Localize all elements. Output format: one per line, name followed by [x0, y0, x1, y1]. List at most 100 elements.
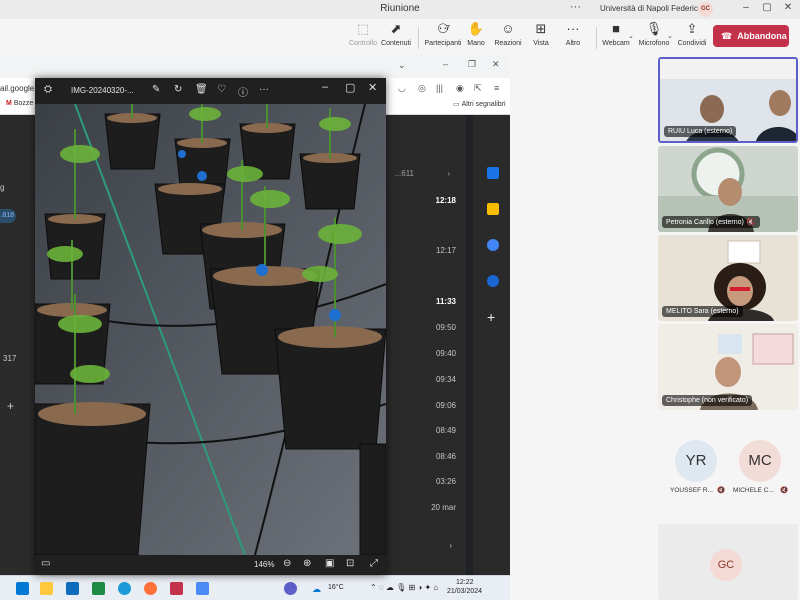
- mail-time: 09:50: [435, 323, 456, 332]
- edge-icon[interactable]: [118, 582, 131, 595]
- rotate-icon[interactable]: ↻: [174, 84, 182, 95]
- participant-name-text: Petronia Carillo (esterno): [666, 219, 744, 226]
- other-bookmarks[interactable]: ▭ Altri segnalibri: [453, 100, 506, 108]
- edit-image-icon[interactable]: ✎: [152, 84, 160, 95]
- system-tray-icons[interactable]: ⌃ ◌ ☁ 🎙 ⊞ ◑ ✦ ⌂: [370, 583, 438, 592]
- weather-icon[interactable]: ☁: [312, 584, 321, 595]
- microphone-label: Microfono: [638, 40, 670, 47]
- photos-app-icon[interactable]: [196, 582, 209, 595]
- mail-app-icon[interactable]: [66, 582, 79, 595]
- taskbar-app-icon[interactable]: [92, 582, 105, 595]
- app-icon[interactable]: [170, 582, 183, 595]
- favorite-heart-icon[interactable]: ♡: [217, 84, 226, 95]
- side-apps-panel: +: [473, 115, 510, 575]
- clock-date[interactable]: 21/03/2024: [447, 588, 482, 595]
- participant-avatar[interactable]: MC: [739, 440, 781, 482]
- other-bookmarks-label: Altri segnalibri: [461, 101, 506, 108]
- mic-muted-icon: 🔇: [746, 219, 756, 226]
- video-tile[interactable]: Christophe (non verificato): [658, 324, 798, 410]
- more-button[interactable]: ··· Altro: [553, 21, 593, 47]
- more-label: Altro: [565, 40, 581, 47]
- share-button[interactable]: ⇪ Condividi: [672, 21, 712, 47]
- photo-viewer-titlebar: ⛭ IMG-20240320-... ✎ ↻ 🗑 ♡ ⓘ ··· – ▢ ✕: [35, 78, 386, 104]
- participant-name: Christophe (non verificato): [662, 395, 753, 406]
- content-label: Contenuti: [381, 40, 411, 47]
- participants-gallery: RUIU Luca (esterno) Petronia Carillo (es…: [510, 54, 800, 600]
- photo-close-icon[interactable]: ✕: [368, 81, 377, 94]
- zoom-level: 146%: [254, 560, 275, 569]
- tomato-plants-photo: [35, 104, 386, 555]
- clock-time[interactable]: 12:22: [456, 579, 474, 586]
- browser-minimize-icon[interactable]: –: [443, 59, 448, 69]
- photo-maximize-icon[interactable]: ▢: [345, 81, 355, 94]
- mail-time: 09:06: [435, 401, 456, 410]
- participant-name: MICHELE C...: [733, 487, 774, 494]
- ellipsis-icon: ···: [566, 21, 580, 36]
- zoom-in-icon[interactable]: ⊕: [303, 558, 311, 569]
- browser-close-icon[interactable]: ✕: [492, 59, 500, 70]
- calendar-icon[interactable]: [487, 167, 499, 179]
- extension-icon[interactable]: ◎: [418, 83, 426, 94]
- video-tile[interactable]: MELITO Sara (esterno): [658, 235, 798, 321]
- participant-name: Petronia Carillo (esterno) 🔇: [662, 216, 760, 228]
- mail-time: 09:40: [435, 349, 456, 358]
- fit-window-icon[interactable]: ▣: [325, 558, 334, 569]
- mail-time: 12:18: [435, 196, 456, 205]
- more-icon[interactable]: ···: [259, 84, 269, 95]
- add-label-icon[interactable]: +: [7, 399, 14, 413]
- folder-count: 317: [3, 354, 17, 363]
- photos-app-icon: ⛭: [44, 84, 52, 95]
- filmstrip-icon[interactable]: ▭: [41, 558, 50, 569]
- inbox-count-badge[interactable]: .818: [0, 209, 16, 223]
- keep-icon[interactable]: [487, 203, 499, 215]
- maximize-icon[interactable]: ▢: [759, 2, 775, 13]
- tasks-icon[interactable]: [487, 239, 499, 251]
- video-tile[interactable]: RUIU Luca (esterno): [658, 57, 798, 143]
- mail-time: 11:33: [435, 297, 456, 306]
- actual-size-icon[interactable]: ⊡: [346, 558, 354, 569]
- browser-tab-bar: ⌄ – ❐ ✕: [0, 54, 510, 78]
- tab-list-chevron-icon[interactable]: ⌄: [398, 60, 406, 71]
- scroll-chevron-icon[interactable]: ›: [449, 541, 452, 550]
- fullscreen-icon[interactable]: ⤢: [370, 558, 378, 569]
- bookmark-bozze[interactable]: M Bozze: [6, 100, 33, 107]
- webcam-options-chevron-icon[interactable]: ⌄: [628, 32, 634, 40]
- info-icon[interactable]: ⓘ: [238, 84, 248, 99]
- gmail-sidebar: g .818 317 +: [0, 115, 35, 575]
- leave-button[interactable]: ☎ Abbandona: [713, 25, 789, 47]
- more-options-icon[interactable]: ···: [570, 1, 581, 13]
- add-app-icon[interactable]: +: [487, 310, 499, 324]
- temperature-text: 16°C: [328, 584, 344, 591]
- user-avatar[interactable]: GC: [698, 2, 713, 17]
- teams-icon[interactable]: [284, 582, 297, 595]
- close-icon[interactable]: ✕: [780, 2, 796, 13]
- video-tile[interactable]: Petronia Carillo (esterno) 🔇: [658, 146, 798, 232]
- meeting-toolbar: ⬚ Controllo ⬈ Contenuti ⚇ 7 Partecipanti…: [0, 19, 800, 54]
- photo-minimize-icon[interactable]: –: [322, 81, 328, 93]
- pocket-icon[interactable]: ◡: [398, 83, 406, 94]
- bookmark-label: Bozze: [13, 100, 34, 107]
- address-bar-text[interactable]: ail.google.: [0, 84, 36, 93]
- contacts-icon[interactable]: [487, 275, 499, 287]
- share-tray-icon: ⇪: [686, 21, 698, 36]
- browser-restore-icon[interactable]: ❐: [468, 59, 476, 70]
- next-page-chevron-icon[interactable]: ›: [447, 169, 450, 178]
- self-view-tile[interactable]: GC: [658, 524, 798, 600]
- menu-icon[interactable]: ≡: [494, 83, 499, 93]
- participant-avatar[interactable]: YR: [675, 440, 717, 482]
- account-icon[interactable]: ◉: [456, 83, 464, 94]
- file-explorer-icon[interactable]: [40, 582, 53, 595]
- zoom-out-icon[interactable]: ⊖: [283, 558, 291, 569]
- start-icon[interactable]: [16, 582, 29, 595]
- content-button[interactable]: ⬈ Contenuti: [376, 21, 416, 47]
- delete-icon[interactable]: 🗑: [195, 84, 208, 95]
- mail-time: 20 mar: [431, 503, 456, 512]
- participant-name: YOUSSEF R...: [670, 487, 713, 494]
- firefox-icon[interactable]: [144, 582, 157, 595]
- phone-hangup-icon: ☎: [721, 31, 733, 41]
- mail-list-times: ...611 › 12:18 12:17 11:33 09:50 09:40 0…: [386, 115, 466, 575]
- minimize-icon[interactable]: –: [738, 2, 754, 13]
- mic-muted-icon: 🔇: [780, 487, 789, 494]
- library-icon[interactable]: |||: [436, 83, 443, 93]
- share-page-icon[interactable]: ⇱: [474, 83, 482, 94]
